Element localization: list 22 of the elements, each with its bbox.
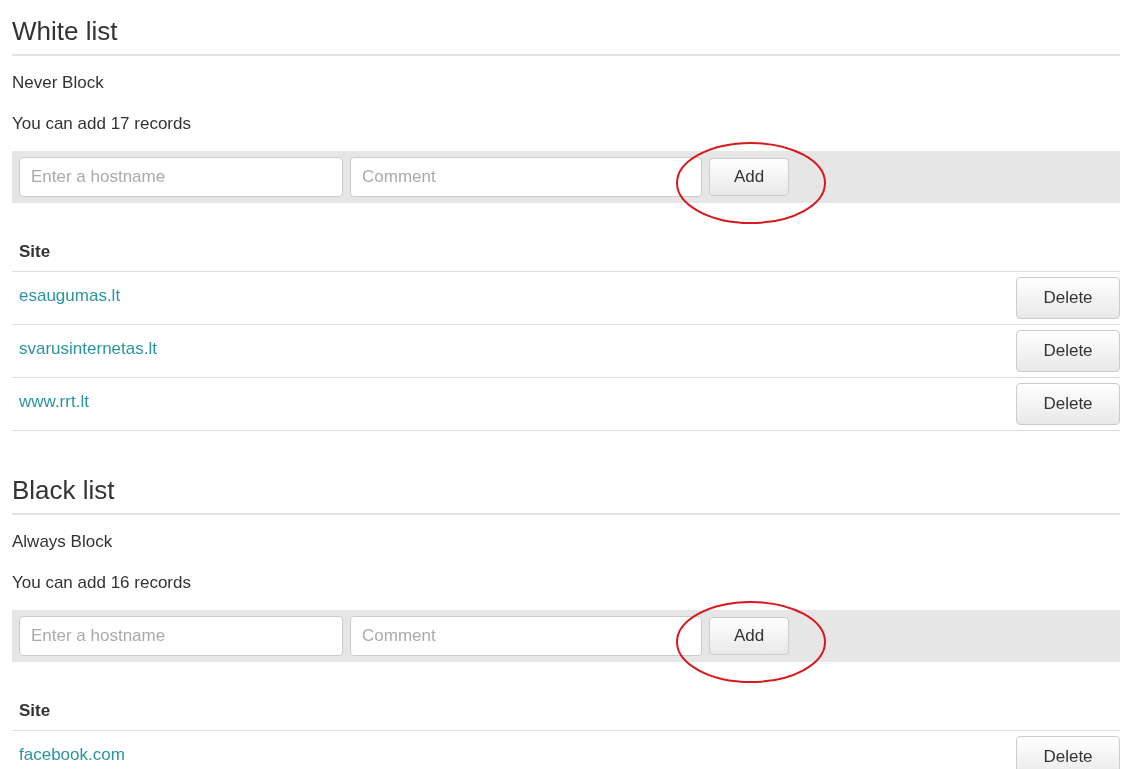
section-subtitle: Always Block bbox=[12, 531, 114, 553]
site-link[interactable]: facebook.com bbox=[19, 745, 125, 765]
add-button[interactable]: Add bbox=[709, 617, 789, 655]
comment-field[interactable]: Comment bbox=[350, 157, 702, 197]
records-quota: You can add 17 records bbox=[12, 113, 192, 135]
section-title: Black list bbox=[12, 471, 1120, 515]
delete-button[interactable]: Delete bbox=[1016, 383, 1120, 425]
hostname-field[interactable]: Enter a hostname bbox=[19, 616, 343, 656]
section-subtitle: Never Block bbox=[12, 72, 105, 94]
site-link[interactable]: esaugumas.lt bbox=[19, 286, 121, 306]
column-header: Site bbox=[12, 241, 1120, 272]
delete-button[interactable]: Delete bbox=[1016, 330, 1120, 372]
add-button[interactable]: Add bbox=[709, 158, 789, 196]
hostname-field[interactable]: Enter a hostname bbox=[19, 157, 343, 197]
delete-button[interactable]: Delete bbox=[1016, 277, 1120, 319]
delete-button[interactable]: Delete bbox=[1016, 736, 1120, 769]
site-link[interactable]: svarusinternetas.lt bbox=[19, 339, 157, 359]
comment-field[interactable]: Comment bbox=[350, 616, 702, 656]
column-header: Site bbox=[12, 700, 1120, 731]
records-quota: You can add 16 records bbox=[12, 572, 192, 594]
site-link[interactable]: www.rrt.lt bbox=[19, 392, 89, 412]
section-title: White list bbox=[12, 12, 1120, 56]
